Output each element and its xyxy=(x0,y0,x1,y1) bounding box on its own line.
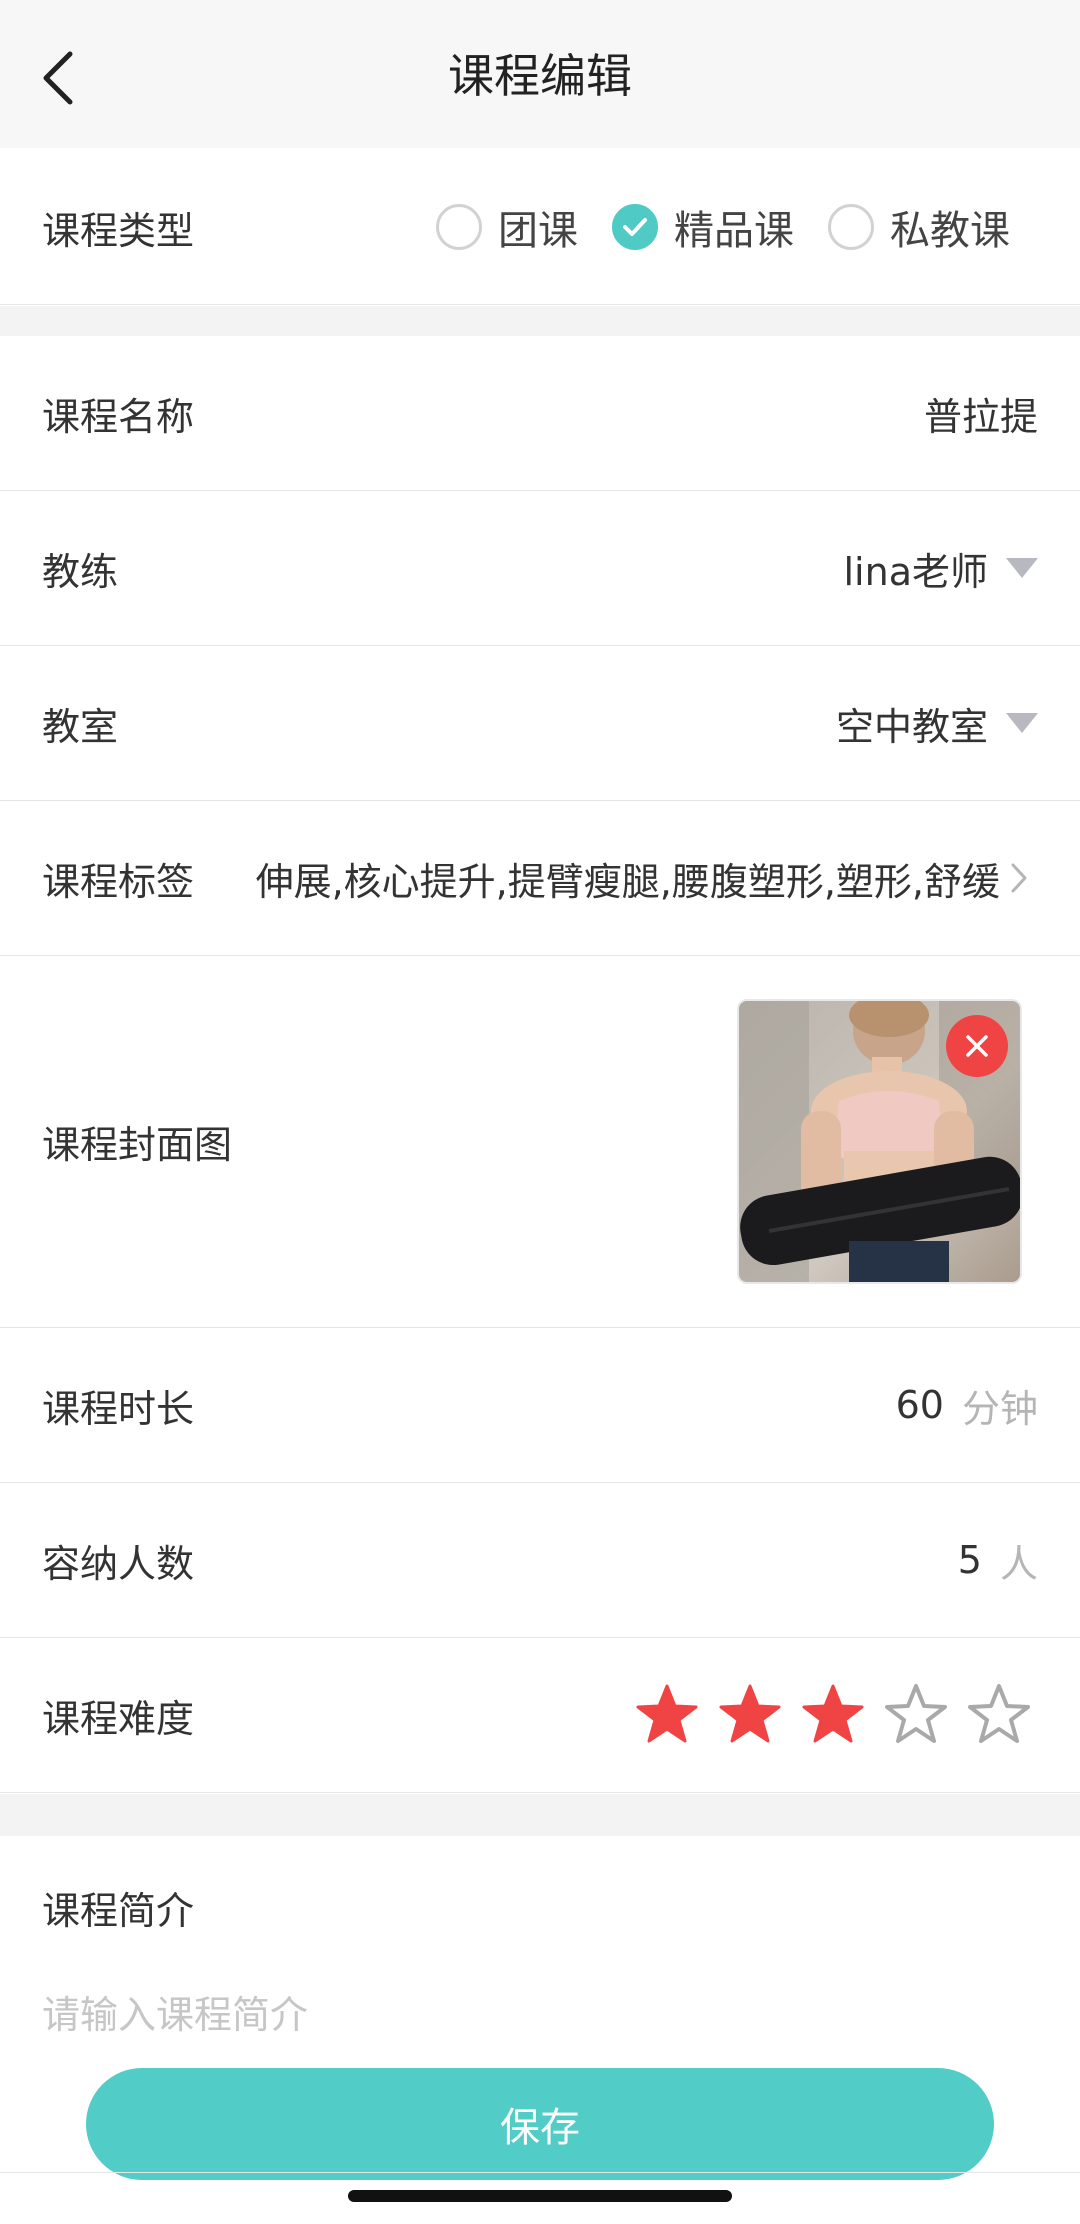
section-divider xyxy=(0,1794,1080,1836)
difficulty-rating xyxy=(617,1638,1032,1792)
capacity-value: 5 xyxy=(957,1538,982,1582)
course-tags-value: 伸展,核心提升,提臂瘦腿,腰腹塑形,塑形,舒缓 xyxy=(255,859,1000,904)
coach-label: 教练 xyxy=(42,549,119,594)
star-outline-icon[interactable] xyxy=(883,1682,949,1748)
close-icon xyxy=(966,1035,988,1057)
dropdown-caret-icon xyxy=(1006,713,1038,733)
duration-row[interactable]: 课程时长 60 分钟 xyxy=(0,1328,1080,1483)
radio-private-class[interactable]: 私教课 xyxy=(828,198,1010,256)
radio-group-class[interactable]: 团课 xyxy=(436,198,578,256)
coach-select[interactable]: lina老师 xyxy=(843,491,1038,645)
difficulty-row: 课程难度 xyxy=(0,1638,1080,1793)
course-type-row: 课程类型 团课 精品课 私教课 xyxy=(0,150,1080,305)
intro-label: 课程简介 xyxy=(42,1889,195,1933)
classroom-label: 教室 xyxy=(42,704,119,749)
radio-label: 私教课 xyxy=(890,208,1010,254)
coach-row[interactable]: 教练 lina老师 xyxy=(0,491,1080,646)
course-cover-image[interactable] xyxy=(737,999,1022,1284)
section-divider xyxy=(0,306,1080,336)
radio-premium-class[interactable]: 精品课 xyxy=(612,198,794,256)
course-type-label: 课程类型 xyxy=(42,208,195,253)
delete-cover-button[interactable] xyxy=(946,1015,1008,1077)
difficulty-label: 课程难度 xyxy=(42,1696,195,1741)
duration-value: 60 xyxy=(895,1383,944,1427)
divider xyxy=(0,2172,1080,2173)
star-filled-icon[interactable] xyxy=(717,1682,783,1748)
capacity-label: 容纳人数 xyxy=(42,1541,195,1586)
save-button[interactable]: 保存 xyxy=(86,2068,994,2180)
star-filled-icon[interactable] xyxy=(634,1682,700,1748)
dropdown-caret-icon xyxy=(1006,558,1038,578)
page-title: 课程编辑 xyxy=(448,49,632,103)
home-indicator xyxy=(348,2190,732,2202)
radio-unchecked-icon xyxy=(828,204,874,250)
checkmark-icon xyxy=(623,218,647,236)
radio-label: 精品课 xyxy=(674,208,794,254)
capacity-row[interactable]: 容纳人数 5 人 xyxy=(0,1483,1080,1638)
radio-unchecked-icon xyxy=(436,204,482,250)
top-bar: 课程编辑 xyxy=(0,0,1080,148)
chevron-right-icon xyxy=(1010,801,1028,955)
classroom-value: 空中教室 xyxy=(835,704,988,749)
coach-value: lina老师 xyxy=(843,549,989,594)
classroom-row[interactable]: 教室 空中教室 xyxy=(0,646,1080,801)
duration-label: 课程时长 xyxy=(42,1386,195,1431)
classroom-select[interactable]: 空中教室 xyxy=(836,646,1038,800)
star-filled-icon[interactable] xyxy=(800,1682,866,1748)
intro-input[interactable] xyxy=(42,1985,1032,2045)
course-cover-label: 课程封面图 xyxy=(42,1123,233,1167)
course-name-label: 课程名称 xyxy=(42,394,195,439)
course-cover-row: 课程封面图 xyxy=(0,956,1080,1328)
duration-unit: 分钟 xyxy=(961,1386,1038,1431)
course-type-radio-group: 团课 精品课 私教课 xyxy=(402,150,1010,304)
star-outline-icon[interactable] xyxy=(966,1682,1032,1748)
course-name-value[interactable]: 普拉提 xyxy=(924,336,1038,490)
duration-field[interactable]: 60 分钟 xyxy=(896,1328,1038,1482)
capacity-field[interactable]: 5 人 xyxy=(958,1483,1038,1637)
radio-label: 团课 xyxy=(498,208,578,254)
radio-checked-icon xyxy=(612,204,658,250)
capacity-unit: 人 xyxy=(999,1541,1038,1586)
course-tags-row[interactable]: 课程标签 伸展,核心提升,提臂瘦腿,腰腹塑形,塑形,舒缓 xyxy=(0,801,1080,956)
course-name-row[interactable]: 课程名称 普拉提 xyxy=(0,336,1080,491)
course-tags-label: 课程标签 xyxy=(42,859,195,904)
